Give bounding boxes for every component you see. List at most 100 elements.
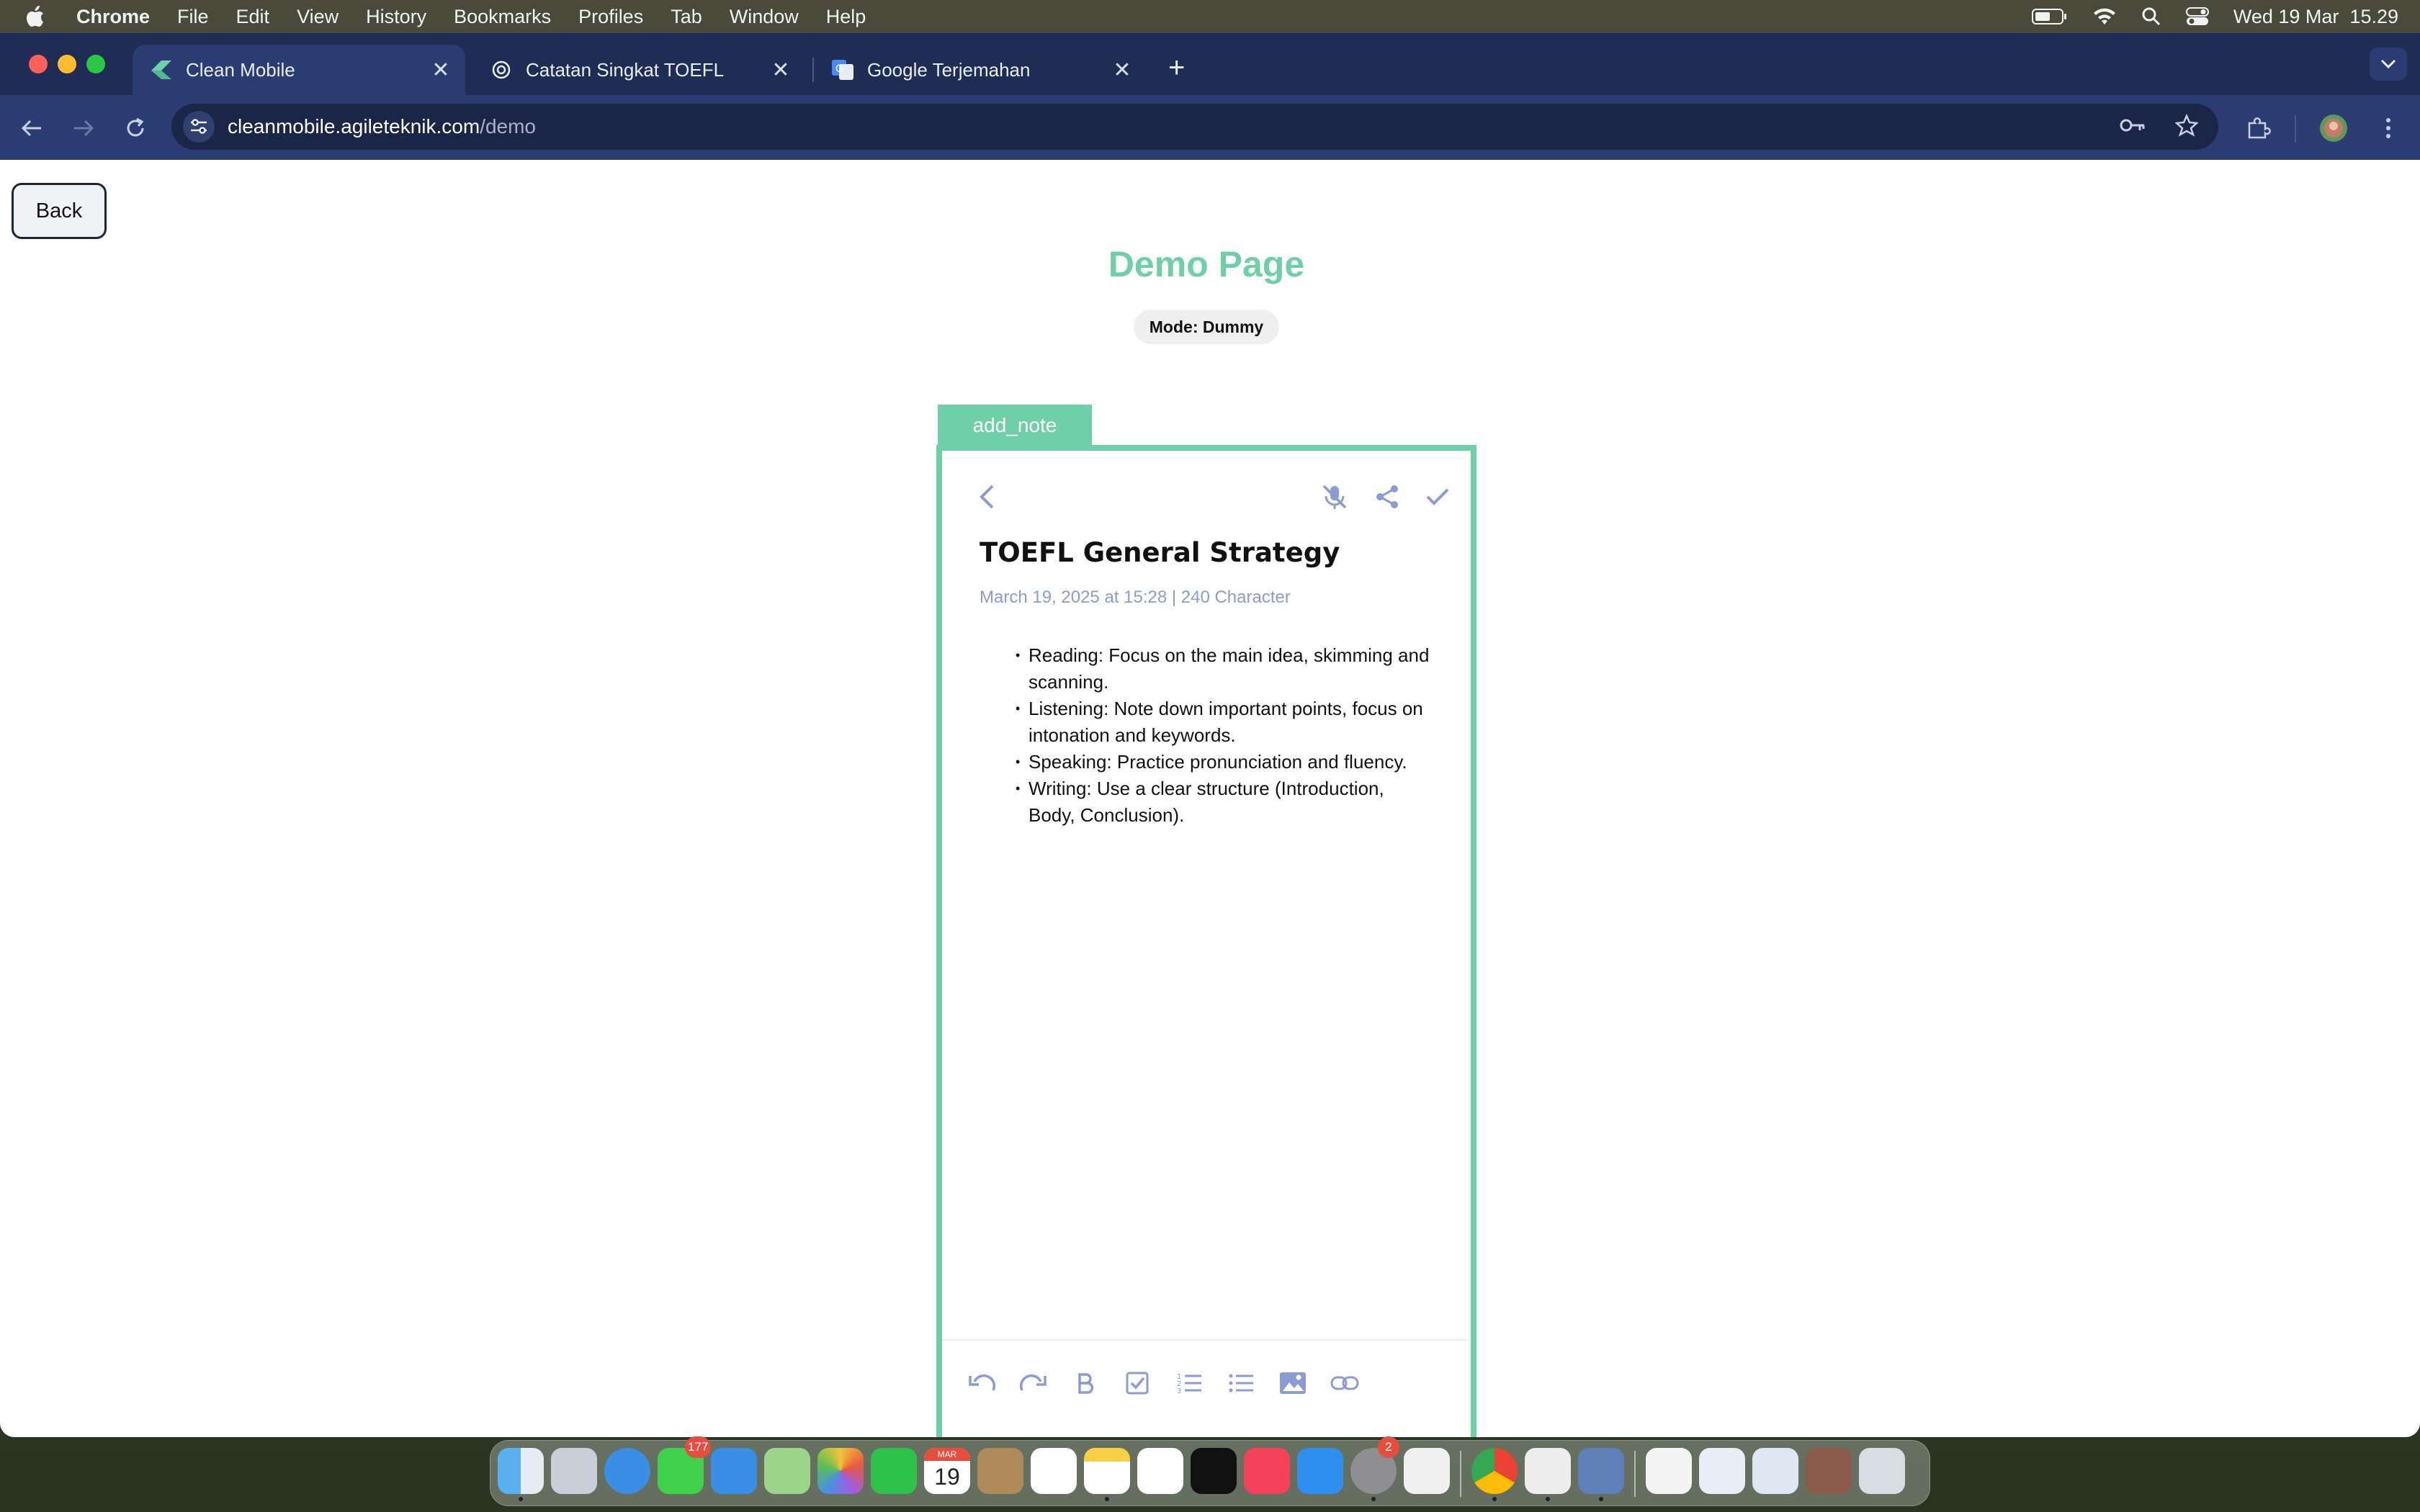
note-title[interactable]: TOEFL General Strategy	[980, 537, 1340, 568]
calendar-icon[interactable]: MAR 19	[924, 1448, 970, 1494]
minimize-window-button[interactable]	[58, 55, 76, 73]
mail-icon[interactable]	[711, 1448, 757, 1494]
password-key-icon[interactable]	[2119, 117, 2146, 138]
app-store-icon[interactable]	[1297, 1448, 1343, 1494]
svg-text:3: 3	[1177, 1387, 1181, 1395]
menu-bookmarks[interactable]: Bookmarks	[454, 6, 551, 28]
numbered-list-icon[interactable]: 123	[1171, 1365, 1207, 1401]
photos-icon[interactable]	[817, 1448, 864, 1494]
apple-menu-icon[interactable]	[26, 6, 55, 27]
chrome-icon[interactable]	[1471, 1448, 1518, 1494]
wifi-icon[interactable]	[2092, 7, 2117, 26]
calendar-month: MAR	[924, 1448, 970, 1461]
checkbox-icon[interactable]	[1119, 1365, 1155, 1401]
safari-icon[interactable]	[604, 1448, 650, 1494]
menu-app-name[interactable]: Chrome	[76, 6, 150, 28]
menu-help[interactable]: Help	[826, 6, 866, 28]
site-settings-icon[interactable]	[183, 111, 215, 143]
tab-catatan-singkat-toefl[interactable]: Catatan Singkat TOEFL ✕	[472, 45, 805, 95]
profile-avatar[interactable]	[2318, 112, 2349, 144]
extensions-puzzle-icon[interactable]	[2243, 112, 2275, 144]
forward-arrow-icon[interactable]	[68, 112, 99, 144]
spotlight-search-icon[interactable]	[2141, 6, 2161, 27]
control-center-icon[interactable]	[2185, 6, 2209, 27]
url-host: cleanmobile.agileteknik.com	[228, 115, 480, 138]
menu-tab[interactable]: Tab	[671, 6, 702, 28]
reload-icon[interactable]	[120, 112, 151, 144]
list-item[interactable]: Listening: Note down important points, f…	[1016, 696, 1435, 749]
menu-file[interactable]: File	[177, 6, 209, 28]
back-button[interactable]: Back	[12, 183, 107, 239]
contacts-icon[interactable]	[977, 1448, 1023, 1494]
frame-tag: add_note	[938, 405, 1092, 446]
notes-icon[interactable]	[1084, 1448, 1130, 1494]
chatgpt-logo-icon	[490, 58, 513, 81]
tab-title: Catatan Singkat TOEFL	[526, 58, 725, 81]
image-icon[interactable]	[1275, 1365, 1311, 1401]
menu-edit[interactable]: Edit	[236, 6, 270, 28]
tab-close-icon[interactable]: ✕	[1108, 58, 1137, 83]
link-icon[interactable]	[1327, 1365, 1363, 1401]
list-item[interactable]: Reading: Focus on the main idea, skimmin…	[1016, 642, 1435, 696]
web-page: Back Demo Page Mode: Dummy add_note TOEF…	[0, 160, 2420, 1437]
recent-document-icon[interactable]	[1646, 1448, 1692, 1494]
music-icon[interactable]	[1244, 1448, 1290, 1494]
tab-search-chevron-icon[interactable]	[2370, 48, 2407, 81]
tab-clean-mobile[interactable]: Clean Mobile ✕	[133, 45, 465, 95]
recent-photo-icon[interactable]	[1806, 1448, 1852, 1494]
battery-icon[interactable]	[2031, 8, 2068, 25]
browser-toolbar: cleanmobile.agileteknik.com /demo	[0, 95, 2420, 160]
close-window-button[interactable]	[29, 55, 48, 73]
apple-tv-icon[interactable]	[1191, 1448, 1237, 1494]
share-icon[interactable]	[1371, 481, 1403, 513]
microphone-off-icon[interactable]	[1318, 481, 1351, 513]
tab-google-terjemahan[interactable]: G Google Terjemahan ✕	[814, 45, 1147, 95]
list-item[interactable]: Writing: Use a clear structure (Introduc…	[1016, 775, 1435, 829]
menu-view[interactable]: View	[297, 6, 339, 28]
undo-icon[interactable]	[964, 1365, 1000, 1401]
menubar-clock[interactable]: Wed 19 Mar 15.29	[2233, 6, 2398, 28]
recent-keyboard-image-icon[interactable]	[1752, 1448, 1798, 1494]
facetime-icon[interactable]	[871, 1448, 917, 1494]
google-translate-logo-icon: G	[831, 58, 854, 81]
recent-screenshot-icon[interactable]	[1699, 1448, 1745, 1494]
save-check-icon[interactable]	[1422, 481, 1453, 513]
chrome-menu-icon[interactable]	[2372, 112, 2404, 144]
tab-close-icon[interactable]: ✕	[766, 58, 795, 83]
maps-icon[interactable]	[764, 1448, 810, 1494]
running-indicator	[1371, 1497, 1376, 1501]
trash-icon[interactable]	[1859, 1448, 1905, 1494]
menu-profiles[interactable]: Profiles	[578, 6, 643, 28]
launchpad-icon[interactable]	[551, 1448, 597, 1494]
note-meta: March 19, 2025 at 15:28 | 240 Character	[980, 588, 1291, 607]
settings-badge: 2	[1378, 1436, 1399, 1458]
tab-close-icon[interactable]: ✕	[426, 58, 455, 83]
bookmark-star-icon[interactable]	[2174, 113, 2199, 140]
iphone-mirroring-icon[interactable]	[1404, 1448, 1450, 1494]
tab-strip: Clean Mobile ✕ Catatan Singkat TOEFL ✕ G…	[0, 33, 2420, 95]
dock: 177 MAR 19 2	[490, 1436, 1930, 1506]
finder-icon[interactable]	[498, 1448, 544, 1494]
running-indicator	[519, 1497, 523, 1501]
list-item[interactable]: Speaking: Practice pronunciation and flu…	[1016, 749, 1435, 775]
zoom-window-button[interactable]	[86, 55, 105, 73]
menu-window[interactable]: Window	[730, 6, 799, 28]
note-back-chevron-icon[interactable]	[972, 481, 1001, 513]
textedit-icon[interactable]	[1525, 1448, 1571, 1494]
menu-history[interactable]: History	[366, 6, 426, 28]
redo-icon[interactable]	[1016, 1365, 1052, 1401]
bold-icon[interactable]	[1067, 1365, 1103, 1401]
dock-separator	[1460, 1451, 1461, 1497]
new-tab-icon[interactable]: +	[1168, 53, 1185, 82]
freeform-icon[interactable]	[1137, 1448, 1183, 1494]
running-indicator	[1599, 1497, 1603, 1501]
note-body-editor[interactable]: Reading: Focus on the main idea, skimmin…	[1003, 642, 1435, 829]
bullet-list-icon[interactable]	[1223, 1365, 1259, 1401]
preview-icon[interactable]	[1578, 1448, 1624, 1494]
calendar-day: 19	[934, 1464, 960, 1490]
reminders-icon[interactable]	[1031, 1448, 1077, 1494]
phone-preview-frame: TOEFL General Strategy March 19, 2025 at…	[936, 445, 1476, 1437]
back-arrow-icon[interactable]	[16, 112, 48, 144]
address-bar[interactable]: cleanmobile.agileteknik.com /demo	[171, 104, 2218, 150]
page-title: Demo Page	[1108, 244, 1305, 284]
